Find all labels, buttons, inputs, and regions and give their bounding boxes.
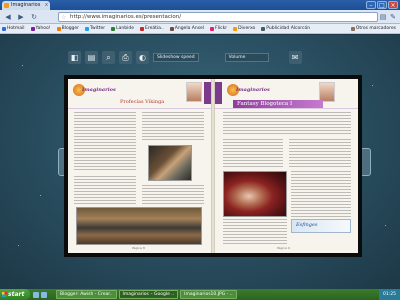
article-title: Fantasy Blogoteca I [233,100,323,108]
bookmark-favicon-icon [56,26,61,31]
thumbnails-icon[interactable]: ◧ [68,50,81,64]
bookmark-favicon-icon [2,26,6,31]
bookmark-item[interactable]: Yahoo! [30,26,51,31]
background-star [40,195,41,196]
address-bar[interactable]: ☆ http://www.imaginarios.es/presentacion… [58,12,378,22]
intro-text [223,112,351,136]
page-viewport: ◧ ▤ ⌕ ⎙ ◐ Slideshow speed Volume ✉ ‹ › I… [0,35,400,289]
window-controls: – □ × [366,1,398,9]
close-window-button[interactable]: × [388,1,398,9]
text-column [289,139,351,169]
tab-favicon-icon [4,3,9,8]
magazine-logo: Imaginarios [227,84,270,96]
bookmark-favicon-icon [111,26,116,31]
bookmark-item[interactable]: Angela Ansel [169,26,204,31]
bookmark-item[interactable]: Blogger [56,26,79,31]
contrast-icon[interactable]: ◐ [136,50,149,64]
section-tab [215,82,222,104]
minimize-button[interactable]: – [366,1,376,9]
text-column [142,185,204,205]
system-clock: 01:25 [379,289,400,300]
forward-button[interactable]: ▶ [16,12,26,22]
bookmark-item[interactable]: Hotmail [2,26,25,31]
author-photo [319,82,335,102]
text-column [142,112,204,142]
quick-launch-icon[interactable] [33,291,39,298]
page-header: Imaginarios Fantasy Blogoteca I [215,79,358,109]
bookmark-favicon-icon [210,26,215,31]
folder-icon [350,26,355,31]
background-star [372,85,373,86]
url-text: http://www.imaginarios.es/presentacion/ [70,14,182,20]
article-image [223,171,287,217]
bookmark-item[interactable]: Twitter [85,26,105,31]
text-column [291,171,351,217]
flipbook-toolbar: ◧ ▤ ⌕ ⎙ ◐ Slideshow speed Volume ✉ [68,48,338,66]
text-column [223,219,287,245]
taskbar-window-button[interactable]: Blogger: Awish - Crear.. [56,290,117,299]
bookmark-favicon-icon [85,26,90,31]
section-tab [204,82,211,104]
bookmark-item[interactable]: Ereátia.. [140,26,164,31]
background-star [18,245,19,246]
logo-text: Imaginarios [82,87,116,93]
magazine-logo: Imaginarios [73,84,116,96]
author-photo [186,82,202,102]
bookmark-star-icon[interactable]: ☆ [61,13,66,22]
bookmark-favicon-icon [140,26,144,31]
bookmark-item[interactable]: Publicidad Alcorcón [261,26,310,31]
volume-control[interactable]: Volume [224,52,269,62]
page-number: Página 9 [277,246,290,250]
promo-banner[interactable]: Esfinges [291,219,351,233]
bookmark-item[interactable]: Diverxo [233,26,255,31]
title-bar: Imaginarios x – □ × [0,0,400,10]
tab-title: Imaginarios [11,2,41,8]
background-star [385,225,386,226]
right-page[interactable]: Imaginarios Fantasy Blogoteca I Esfinges… [215,79,358,253]
article-image [76,207,202,245]
bookmark-item[interactable]: Lanbide [111,26,134,31]
page-menu-icon[interactable]: ▤ [379,12,387,22]
bookmark-item[interactable]: Flickr [210,26,227,31]
article-title: Profecías Vikinga [120,99,165,105]
other-bookmarks[interactable]: Otros marcadores [350,26,396,31]
taskbar: start Blogger: Awish - Crear.. Imaginari… [0,289,400,300]
tools-menu-icon[interactable]: ✎ [389,12,397,22]
bookmarks-bar: Hotmail Yahoo! Blogger Twitter Lanbide E… [0,24,400,34]
start-button[interactable]: start [0,289,30,300]
bookmark-favicon-icon [169,26,174,31]
bookmark-favicon-icon [30,26,35,31]
windows-logo-icon [2,292,7,297]
maximize-button[interactable]: □ [377,1,387,9]
background-star [22,65,23,66]
email-icon[interactable]: ✉ [288,50,302,64]
bookmark-favicon-icon [261,26,266,31]
text-column [74,176,136,204]
magazine-spread: Imaginarios Profecías Vikinga Página 8 I… [64,75,362,257]
zoom-icon[interactable]: ⌕ [102,50,115,64]
text-column [74,112,136,172]
taskbar-window-button[interactable]: Imaginarios10.JPG - .. [180,290,237,299]
navigation-bar: ◀ ▶ ↻ ☆ http://www.imaginarios.es/presen… [0,10,400,24]
reload-button[interactable]: ↻ [29,12,39,22]
bookmark-favicon-icon [233,26,238,31]
browser-menus: ▤ ✎ [379,12,397,22]
browser-tab[interactable]: Imaginarios x [2,1,50,10]
quick-launch-icon[interactable] [41,291,47,298]
back-button[interactable]: ◀ [3,12,13,22]
logo-text: Imaginarios [236,87,270,93]
article-image [148,145,192,181]
slideshow-speed-control[interactable]: Slideshow speed [153,52,199,62]
text-column [223,139,283,169]
page-number: Página 8 [132,246,145,250]
left-page[interactable]: Imaginarios Profecías Vikinga Página 8 [68,79,211,253]
pages-icon[interactable]: ▤ [85,50,98,64]
tab-close-icon[interactable]: x [45,1,48,10]
quick-launch [30,291,56,298]
taskbar-window-button[interactable]: Imaginarios – Google .. [118,290,179,299]
page-header: Imaginarios Profecías Vikinga [68,79,211,109]
print-icon[interactable]: ⎙ [119,50,132,64]
